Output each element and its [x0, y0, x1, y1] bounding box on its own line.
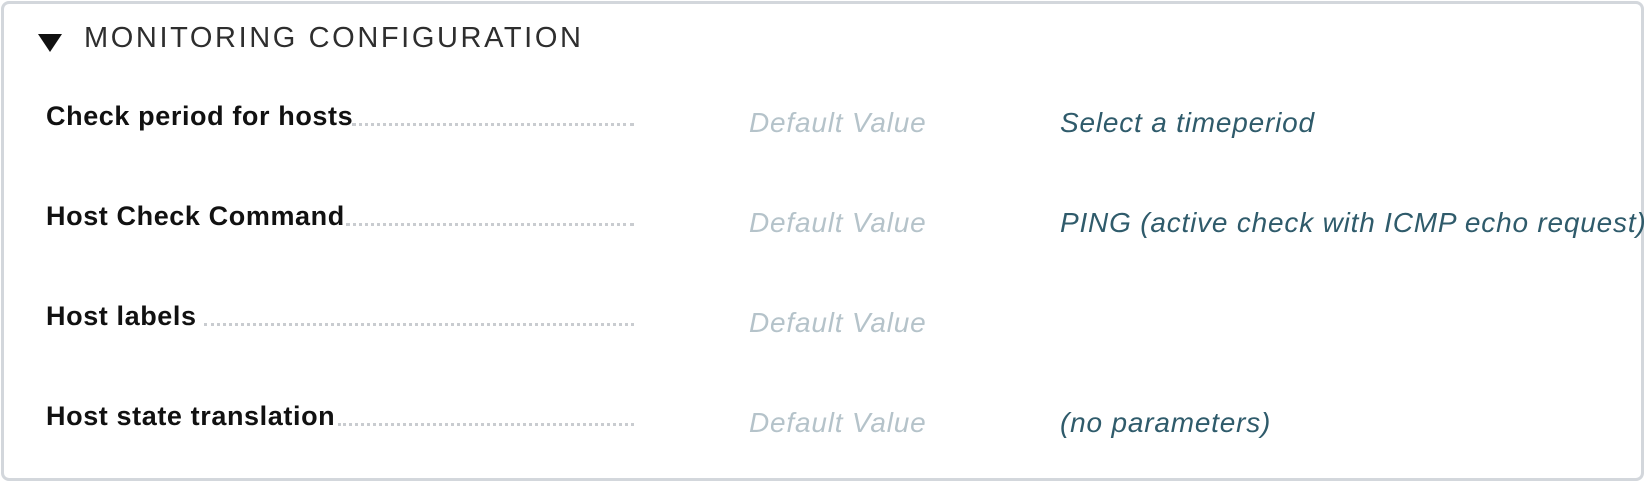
section-header[interactable]: MONITORING CONFIGURATION: [38, 22, 584, 55]
setting-row-host-labels: Host labels Default Value: [46, 299, 1626, 359]
default-value-toggle[interactable]: Default Value: [749, 407, 926, 439]
monitoring-configuration-panel: MONITORING CONFIGURATION Check period fo…: [1, 1, 1646, 481]
default-value-toggle[interactable]: Default Value: [749, 207, 926, 239]
setting-value: PING (active check with ICMP echo reques…: [1060, 207, 1647, 238]
default-value-toggle[interactable]: Default Value: [749, 107, 926, 139]
dotted-leader: [346, 223, 634, 226]
section-title: MONITORING CONFIGURATION: [84, 22, 584, 54]
setting-label: Host state translation: [46, 401, 336, 431]
setting-row-host-state-translation: Host state translation Default Value (no…: [46, 399, 1626, 459]
setting-label: Host Check Command: [46, 201, 345, 231]
setting-row-check-period: Check period for hosts Default Value Sel…: [46, 99, 1626, 159]
dotted-leader: [352, 123, 634, 126]
setting-label: Check period for hosts: [46, 101, 354, 131]
setting-value: Select a timeperiod: [1060, 107, 1315, 138]
dotted-leader: [204, 323, 634, 326]
collapse-triangle-icon[interactable]: [38, 33, 62, 52]
setting-value: (no parameters): [1060, 407, 1272, 438]
setting-label: Host labels: [46, 301, 197, 331]
default-value-toggle[interactable]: Default Value: [749, 307, 926, 339]
setting-row-host-check-command: Host Check Command Default Value PING (a…: [46, 199, 1646, 259]
dotted-leader: [338, 423, 634, 426]
